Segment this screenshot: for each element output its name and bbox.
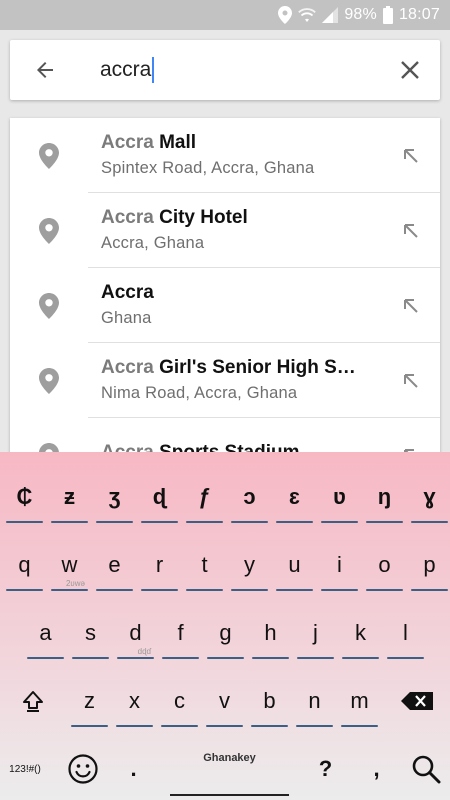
key-letter[interactable]: v <box>203 676 246 727</box>
fill-query-button[interactable] <box>382 118 440 193</box>
key-letter[interactable]: x <box>113 676 156 727</box>
search-input[interactable]: accra <box>80 40 380 100</box>
battery-icon <box>382 6 393 24</box>
key-letter[interactable]: w 2ʋwə <box>48 540 91 591</box>
suggestion-item[interactable]: Accra City Hotel Accra, Ghana <box>10 193 440 268</box>
search-icon <box>412 755 441 784</box>
suggestion-item[interactable]: Accra Mall Spintex Road, Accra, Ghana <box>10 118 440 193</box>
symbols-key[interactable]: 123!#() <box>3 744 47 794</box>
battery-percent: 98% <box>344 6 377 23</box>
search-query: accra <box>100 58 152 81</box>
key-letter[interactable]: u <box>273 540 316 591</box>
signal-icon <box>322 7 339 23</box>
comma-key[interactable]: , <box>355 744 398 794</box>
key-special[interactable]: ɣ <box>408 472 450 523</box>
space-bar-line <box>170 794 289 796</box>
location-pin-icon <box>39 367 59 394</box>
smiley-icon <box>67 754 98 784</box>
key-letter[interactable]: p <box>408 540 450 591</box>
key-special[interactable]: ɛ <box>273 472 316 523</box>
key-letter[interactable]: l <box>384 608 427 659</box>
keyboard-row-special: ₵ ƶ ʒ ɖ ƒ ɔ ɛ ʋ ŋ ɣ <box>0 464 450 528</box>
keyboard-row-bottom-letters: z x c v b n m <box>0 668 450 732</box>
key-letter[interactable]: h <box>249 608 292 659</box>
text-cursor <box>152 57 155 83</box>
key-special[interactable]: ɔ <box>228 472 271 523</box>
key-letter[interactable]: z <box>68 676 111 727</box>
shift-icon <box>23 691 43 712</box>
arrow-left-icon <box>37 62 53 78</box>
key-letter[interactable]: s <box>69 608 112 659</box>
key-letter[interactable]: c <box>158 676 201 727</box>
key-special[interactable]: ŋ <box>363 472 406 523</box>
question-key[interactable]: ? <box>304 744 347 794</box>
location-pin-icon <box>39 142 59 169</box>
key-special[interactable]: ʒ <box>93 472 136 523</box>
key-letter[interactable]: r <box>138 540 181 591</box>
arrow-up-left-icon <box>404 223 418 238</box>
keyboard-row-function: 123!#() . Ghanakey ? , <box>0 736 450 800</box>
search-bar: accra <box>10 40 440 100</box>
location-pin-icon <box>39 217 59 244</box>
key-letter[interactable]: d dɖɗ <box>114 608 157 659</box>
wifi-icon <box>298 8 317 22</box>
key-special[interactable]: ƶ <box>48 472 91 523</box>
fill-query-button[interactable] <box>382 343 440 418</box>
key-letter[interactable]: b <box>248 676 291 727</box>
location-icon <box>278 6 293 24</box>
keyboard: ₵ ƶ ʒ ɖ ƒ ɔ ɛ ʋ ŋ ɣ q w 2ʋwə e r t y u i … <box>0 452 450 800</box>
key-letter[interactable]: j <box>294 608 337 659</box>
arrow-up-left-icon <box>404 298 418 313</box>
shift-key[interactable] <box>3 676 63 726</box>
keyboard-name: Ghanakey <box>203 752 256 764</box>
back-button[interactable] <box>10 40 80 100</box>
emoji-key[interactable] <box>55 744 110 794</box>
suggestion-item[interactable]: Accra Ghana <box>10 268 440 343</box>
status-bar: 98% 18:07 <box>0 0 450 30</box>
suggestion-item[interactable]: Accra Girl's Senior High S… Nima Road, A… <box>10 343 440 418</box>
clock: 18:07 <box>398 6 440 23</box>
fill-query-button[interactable] <box>382 193 440 268</box>
arrow-up-left-icon <box>404 373 418 388</box>
key-letter[interactable]: y <box>228 540 271 591</box>
key-special[interactable]: ʋ <box>318 472 361 523</box>
key-letter[interactable]: f <box>159 608 202 659</box>
key-special[interactable]: ɖ <box>138 472 181 523</box>
key-letter[interactable]: n <box>293 676 336 727</box>
close-icon <box>401 61 419 79</box>
search-key[interactable] <box>403 744 449 794</box>
key-letter[interactable]: e <box>93 540 136 591</box>
key-letter[interactable]: q <box>3 540 46 591</box>
backspace-icon <box>401 692 433 710</box>
backspace-key[interactable] <box>388 676 446 726</box>
key-letter[interactable]: o <box>363 540 406 591</box>
space-key[interactable]: Ghanakey <box>166 750 293 800</box>
clear-button[interactable] <box>380 40 440 100</box>
suggestion-list: Accra Mall Spintex Road, Accra, Ghana Ac… <box>10 118 440 458</box>
key-special[interactable]: ƒ <box>183 472 226 523</box>
key-special[interactable]: ₵ <box>3 472 46 523</box>
key-letter[interactable]: g <box>204 608 247 659</box>
key-letter[interactable]: m <box>338 676 381 727</box>
arrow-up-left-icon <box>404 148 418 163</box>
key-letter[interactable]: i <box>318 540 361 591</box>
fill-query-button[interactable] <box>382 268 440 343</box>
period-key[interactable]: . <box>112 744 155 794</box>
location-pin-icon <box>39 292 59 319</box>
keyboard-row-home: a s d dɖɗ f g h j k l <box>0 600 450 664</box>
key-letter[interactable]: a <box>24 608 67 659</box>
key-letter[interactable]: t <box>183 540 226 591</box>
keyboard-row-qwerty: q w 2ʋwə e r t y u i o p <box>0 532 450 596</box>
key-letter[interactable]: k <box>339 608 382 659</box>
